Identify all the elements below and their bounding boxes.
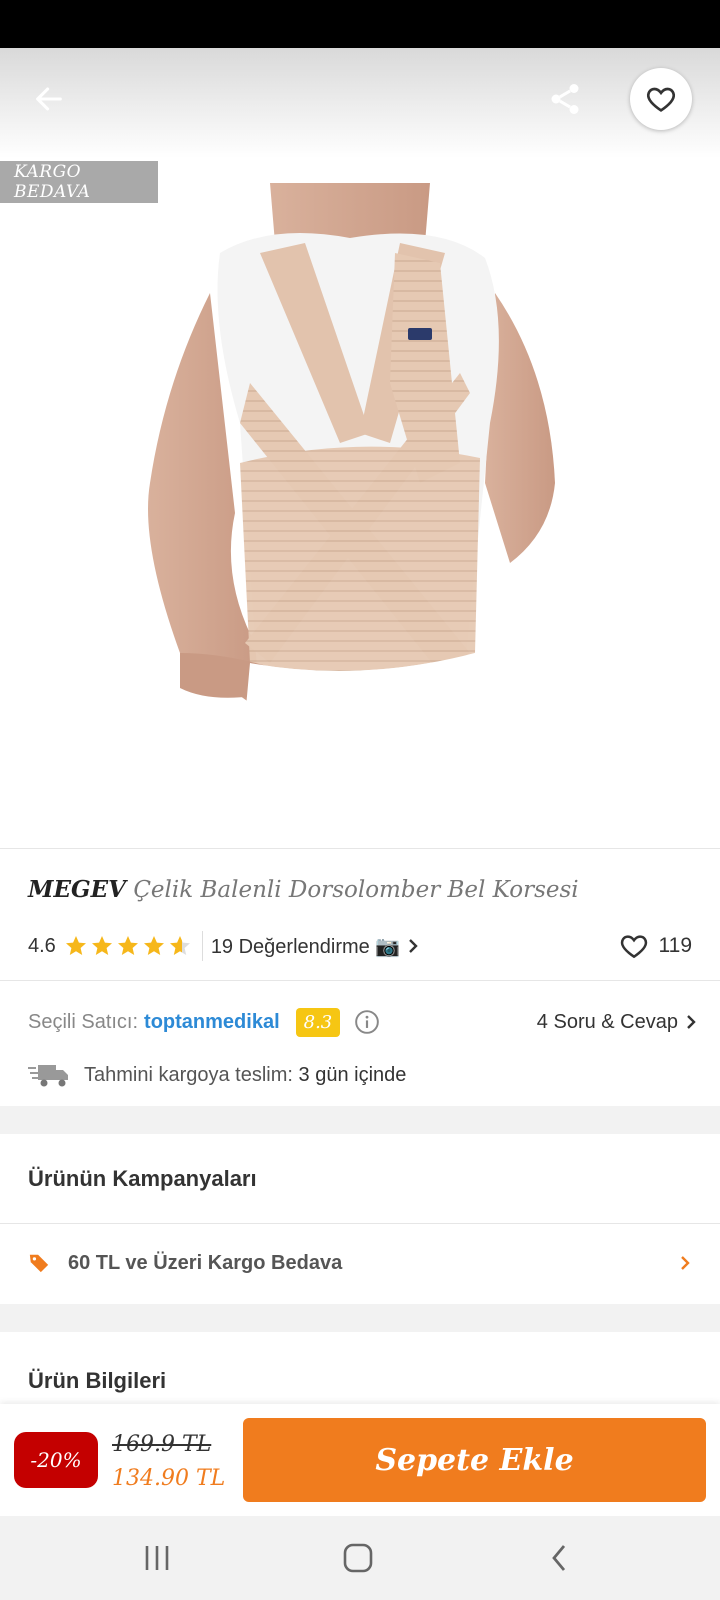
- shipping-label: Tahmini kargoya teslim:: [84, 1063, 293, 1086]
- divider: [201, 931, 203, 961]
- rating-row: 4.6 19 Değerlendirme 📷 119: [28, 928, 698, 964]
- reviews-label: 19 Değerlendirme 📷: [210, 935, 401, 958]
- recent-apps-button[interactable]: [127, 1536, 187, 1580]
- product-title: MEGEV Çelik Balenli Dorsolomber Bel Kors…: [28, 876, 579, 903]
- chevron-right-icon: [409, 939, 418, 953]
- rating-stars: [64, 934, 192, 958]
- rating-value: 4.6: [28, 934, 56, 957]
- arrow-left-icon: [36, 87, 62, 111]
- product-name: Çelik Balenli Dorsolomber Bel Korsesi: [133, 877, 579, 903]
- questions-answers-link[interactable]: 4 Soru & Cevap: [537, 1011, 698, 1034]
- tag-icon: [29, 1254, 49, 1273]
- add-to-cart-button[interactable]: Sepete Ekle: [243, 1418, 706, 1502]
- back-chevron-icon: [552, 1545, 566, 1571]
- shipping-estimate: Tahmini kargoya teslim: 3 gün içinde: [28, 1058, 406, 1092]
- recent-apps-icon: [145, 1546, 169, 1570]
- info-icon[interactable]: [354, 1009, 380, 1035]
- product-info-title: Ürün Bilgileri: [28, 1368, 167, 1393]
- truck-icon: [28, 1065, 68, 1087]
- star-icon: [143, 936, 164, 955]
- product-gallery[interactable]: KARGO BEDAVA: [0, 48, 720, 848]
- divider: [0, 980, 720, 981]
- seller-row: Seçili Satıcı: toptanmedikal 8.3 4 Soru …: [28, 1004, 698, 1040]
- star-icon: [117, 936, 138, 955]
- seller-link[interactable]: toptanmedikal: [144, 1011, 280, 1034]
- section-gap: [0, 1304, 720, 1332]
- header-gradient: [0, 48, 720, 158]
- divider: [0, 848, 720, 849]
- discount-badge: -20%: [14, 1432, 98, 1488]
- favorite-button[interactable]: [630, 68, 692, 130]
- campaign-label: 60 TL ve Üzeri Kargo Bedava: [68, 1251, 343, 1274]
- share-icon: [551, 84, 579, 114]
- chevron-right-icon: [681, 1256, 690, 1270]
- star-icon: [65, 936, 86, 955]
- share-button[interactable]: [540, 74, 590, 124]
- home-icon: [343, 1543, 373, 1573]
- status-bar: [0, 0, 720, 48]
- home-button[interactable]: [328, 1536, 388, 1580]
- heart-outline-icon: [620, 935, 647, 959]
- system-nav-bar: [0, 1516, 720, 1600]
- heart-outline-icon: [647, 87, 675, 112]
- free-shipping-badge: KARGO BEDAVA: [0, 161, 158, 203]
- back-button[interactable]: [24, 74, 74, 124]
- campaigns-title: Ürünün Kampanyaları: [28, 1166, 257, 1191]
- reviews-link[interactable]: 19 Değerlendirme 📷: [211, 934, 420, 959]
- purchase-bar: -20% 169.9 TL 134.90 TL Sepete Ekle: [0, 1404, 720, 1516]
- star-icon: [169, 936, 190, 955]
- old-price: 169.9 TL: [112, 1432, 212, 1457]
- product-photo[interactable]: [140, 183, 580, 718]
- shipping-value: 3 gün içinde: [298, 1063, 407, 1086]
- chevron-right-icon: [687, 1015, 696, 1029]
- campaign-item[interactable]: 60 TL ve Üzeri Kargo Bedava: [0, 1224, 720, 1302]
- seller-score-badge: 8.3: [295, 1007, 341, 1037]
- likes[interactable]: 119: [619, 931, 692, 961]
- brand-name[interactable]: MEGEV: [28, 876, 126, 903]
- qa-label: 4 Soru & Cevap: [536, 1010, 678, 1033]
- likes-count: 119: [658, 934, 692, 957]
- current-price: 134.90 TL: [112, 1466, 226, 1491]
- section-gap: [0, 1106, 720, 1134]
- seller-label: Seçili Satıcı:: [28, 1010, 139, 1033]
- star-icon: [91, 936, 112, 955]
- back-nav-button[interactable]: [529, 1536, 589, 1580]
